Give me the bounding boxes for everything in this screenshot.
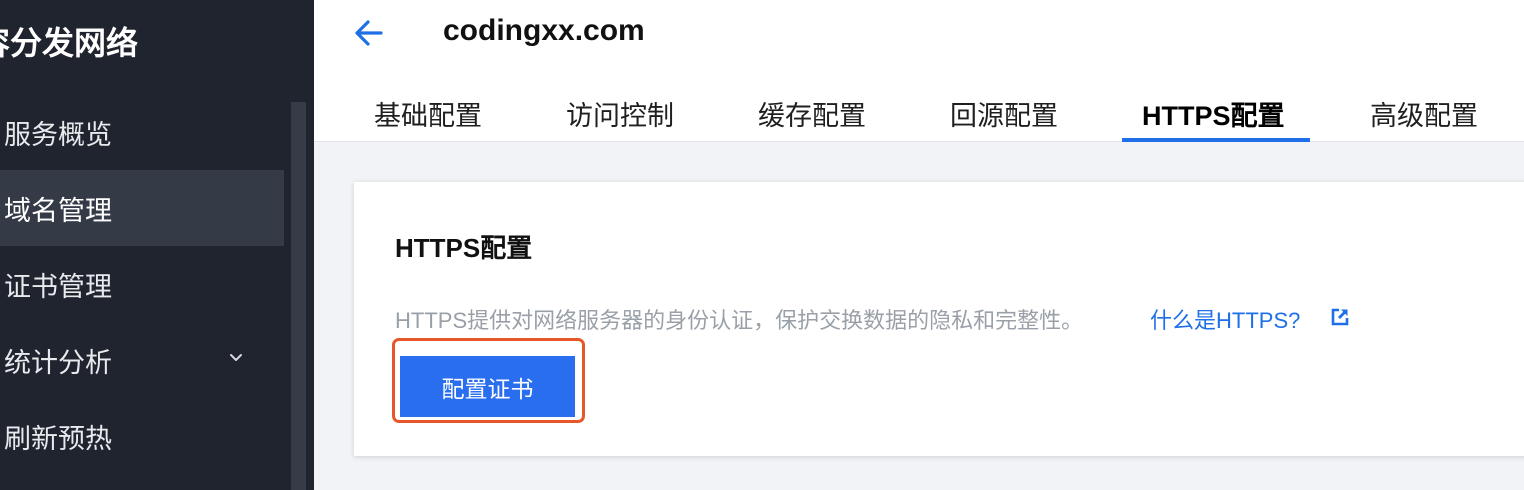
page-title: codingxx.com [443, 14, 645, 47]
sidebar-item-label: 证书管理 [4, 271, 112, 302]
card-title: HTTPS配置 [395, 233, 533, 263]
what-is-https-link[interactable]: 什么是HTTPS? [1150, 303, 1300, 335]
sidebar-item-domain-management[interactable]: 域名管理 [0, 170, 284, 246]
active-tab-indicator [1122, 138, 1310, 142]
arrow-left-icon[interactable] [352, 16, 386, 50]
card-description: HTTPS提供对网络服务器的身份认证，保护交换数据的隐私和完整性。 [395, 308, 1084, 333]
sidebar-item-label: 统计分析 [4, 347, 112, 378]
configure-certificate-button[interactable]: 配置证书 [400, 356, 575, 417]
tab-access-control[interactable]: 访问控制 [566, 94, 674, 141]
chevron-down-icon [230, 354, 242, 361]
sidebar-item-label: 刷新预热 [4, 423, 112, 454]
sidebar: 容分发网络 服务概览 域名管理 证书管理 统计分析 刷新预热 [0, 0, 314, 490]
sidebar-item-label: 域名管理 [4, 195, 112, 226]
sidebar-scrollbar[interactable] [291, 102, 306, 490]
sidebar-item-label: 服务概览 [4, 119, 112, 150]
tab-basic-config[interactable]: 基础配置 [374, 94, 482, 141]
sidebar-title: 容分发网络 [0, 25, 139, 61]
sidebar-item-refresh-prefetch[interactable]: 刷新预热 [0, 398, 284, 474]
external-link-icon[interactable] [1330, 307, 1350, 327]
tab-https-config[interactable]: HTTPS配置 [1142, 94, 1285, 141]
tab-bar: 基础配置 访问控制 缓存配置 回源配置 HTTPS配置 高级配置 [314, 88, 1524, 142]
tab-advanced-config[interactable]: 高级配置 [1370, 94, 1478, 141]
header: codingxx.com 基础配置 访问控制 缓存配置 回源配置 HTTPS配置… [314, 0, 1524, 142]
sidebar-item-certificate-management[interactable]: 证书管理 [0, 246, 284, 322]
tab-origin-config[interactable]: 回源配置 [950, 94, 1058, 141]
tab-cache-config[interactable]: 缓存配置 [758, 94, 866, 141]
sidebar-item-statistics[interactable]: 统计分析 [0, 322, 284, 398]
sidebar-item-service-overview[interactable]: 服务概览 [0, 94, 284, 170]
